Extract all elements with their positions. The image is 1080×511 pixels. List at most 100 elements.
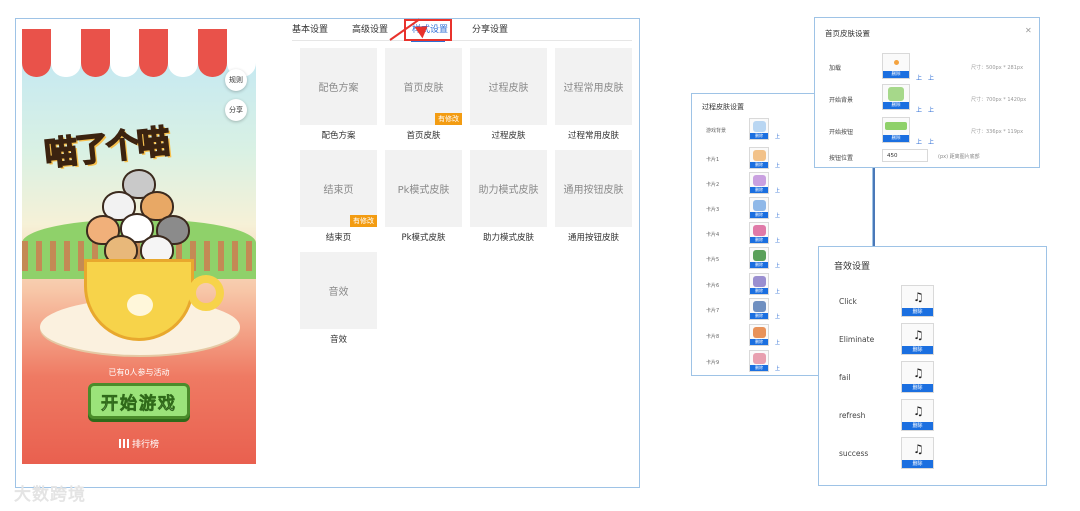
modified-badge: 有修改 (350, 215, 377, 227)
upload-icon[interactable]: 上 (775, 133, 780, 140)
delete-button[interactable]: 删除 (883, 135, 909, 142)
upload-icon[interactable]: 上 (775, 212, 780, 219)
sound-file-thumb[interactable]: ♫ 删除 (901, 285, 934, 317)
skin-caption: 结束页 (325, 233, 352, 243)
image-thumb[interactable]: 删除 (749, 324, 769, 346)
upload-icon[interactable]: 上 (775, 313, 780, 320)
row-label: 卡片6 (706, 283, 720, 289)
skin-caption: 配色方案 (321, 131, 356, 141)
sound-file-thumb[interactable]: ♫ 删除 (901, 323, 934, 355)
settings-tabs: 基本设置 高级设置 样式设置 分享设置 (292, 19, 632, 41)
skin-card-common-button[interactable]: 通用按钮皮肤 通用按钮皮肤 (555, 150, 632, 243)
row-label: 开始背景 (829, 97, 854, 104)
upload-icon[interactable]: 上 (775, 339, 780, 346)
awning (22, 29, 256, 81)
skin-thumb: 助力模式皮肤 (470, 150, 547, 227)
image-thumb[interactable]: 删除 (749, 350, 769, 372)
skin-card-home[interactable]: 首页皮肤 有修改 首页皮肤 (385, 48, 462, 141)
delete-button[interactable]: 删除 (902, 422, 933, 430)
game-logo: 喵了个喵 (42, 121, 171, 174)
start-game-button[interactable]: 开始游戏 (88, 383, 190, 419)
delete-button[interactable]: 删除 (902, 460, 933, 468)
sound-label: fail (839, 373, 851, 382)
sound-label: Eliminate (839, 335, 875, 344)
delete-button[interactable]: 删除 (750, 212, 768, 218)
delete-button[interactable]: 删除 (750, 339, 768, 345)
image-thumb[interactable]: 删除 (749, 222, 769, 244)
upload-icon[interactable]: 上 (775, 288, 780, 295)
skin-card-process[interactable]: 过程皮肤 过程皮肤 (470, 48, 547, 141)
delete-button[interactable]: 删除 (750, 365, 768, 371)
skin-card-pk-mode[interactable]: Pk模式皮肤 Pk模式皮肤 (385, 150, 462, 243)
music-note-icon: ♫ (913, 328, 924, 342)
upload-icon[interactable]: 上 (916, 137, 922, 146)
delete-button[interactable]: 删除 (750, 262, 768, 268)
sound-file-thumb[interactable]: ♫ 删除 (901, 399, 934, 431)
delete-button[interactable]: 删除 (902, 384, 933, 392)
skin-thumb: 配色方案 (300, 48, 377, 125)
delete-button[interactable]: 删除 (883, 102, 909, 109)
upload-icon[interactable]: 上 (916, 105, 922, 114)
sound-file-thumb[interactable]: ♫ 删除 (901, 361, 934, 393)
upload-icon[interactable]: 上 (775, 262, 780, 269)
button-position-input[interactable] (882, 149, 928, 162)
cat-pile (84, 169, 194, 269)
delete-button[interactable]: 删除 (902, 346, 933, 354)
upload-icon[interactable]: 上 (775, 162, 780, 169)
music-note-icon: ♫ (913, 290, 924, 304)
image-thumb[interactable]: 删除 (749, 147, 769, 169)
upload-icon[interactable]: 上 (928, 137, 934, 146)
skin-card-process-common[interactable]: 过程常用皮肤 过程常用皮肤 (555, 48, 632, 141)
image-thumb[interactable]: 删除 (882, 53, 910, 79)
upload-icon[interactable]: 上 (928, 73, 934, 82)
image-thumb[interactable]: 删除 (749, 118, 769, 140)
connector-joint (873, 168, 875, 170)
skin-thumb: 通用按钮皮肤 (555, 150, 632, 227)
delete-button[interactable]: 删除 (750, 162, 768, 168)
skin-card-sound[interactable]: 音效 音效 (300, 252, 377, 345)
skin-card-color-scheme[interactable]: 配色方案 配色方案 (300, 48, 377, 141)
row-label: 卡片5 (706, 257, 720, 263)
row-label: 卡片7 (706, 308, 720, 314)
row-label: 卡片3 (706, 207, 720, 213)
skin-thumb: 过程皮肤 (470, 48, 547, 125)
size-hint: 尺寸：500px * 281px (971, 65, 1024, 71)
sound-file-thumb[interactable]: ♫ 删除 (901, 437, 934, 469)
tab-basic[interactable]: 基本设置 (292, 22, 328, 35)
upload-icon[interactable]: 上 (775, 187, 780, 194)
delete-button[interactable]: 删除 (750, 133, 768, 139)
share-button[interactable]: 分享 (225, 99, 247, 121)
close-icon[interactable]: ✕ (1025, 26, 1032, 35)
image-thumb[interactable]: 删除 (749, 197, 769, 219)
sound-label: refresh (839, 411, 866, 420)
upload-icon[interactable]: 上 (775, 237, 780, 244)
skin-card-assist-mode[interactable]: 助力模式皮肤 助力模式皮肤 (470, 150, 547, 243)
image-thumb[interactable]: 删除 (749, 172, 769, 194)
image-thumb[interactable]: 删除 (882, 84, 910, 110)
upload-icon[interactable]: 上 (916, 73, 922, 82)
skin-card-end-page[interactable]: 结束页 有修改 结束页 (300, 150, 377, 243)
delete-button[interactable]: 删除 (750, 237, 768, 243)
delete-button[interactable]: 删除 (750, 313, 768, 319)
tab-share[interactable]: 分享设置 (472, 22, 508, 35)
image-thumb[interactable]: 删除 (749, 298, 769, 320)
row-label: 开始按钮 (829, 129, 854, 136)
button-position-label: 按钮位置 (829, 155, 854, 162)
ranking-link[interactable]: 排行榜 (22, 437, 256, 450)
row-label: 卡片8 (706, 334, 720, 340)
upload-icon[interactable]: 上 (928, 105, 934, 114)
delete-button[interactable]: 删除 (750, 288, 768, 294)
rules-button[interactable]: 规则 (225, 69, 247, 91)
delete-button[interactable]: 删除 (883, 71, 909, 78)
bar-chart-icon (118, 439, 129, 448)
skin-row: 卡片2 删除 上 (702, 172, 872, 197)
image-thumb[interactable]: 删除 (882, 117, 910, 143)
skin-thumb: 过程常用皮肤 (555, 48, 632, 125)
image-thumb[interactable]: 删除 (749, 273, 769, 295)
upload-icon[interactable]: 上 (775, 365, 780, 372)
image-thumb[interactable]: 删除 (749, 247, 769, 269)
connector-line (873, 168, 875, 246)
tab-advanced[interactable]: 高级设置 (352, 22, 388, 35)
delete-button[interactable]: 删除 (750, 187, 768, 193)
delete-button[interactable]: 删除 (902, 308, 933, 316)
